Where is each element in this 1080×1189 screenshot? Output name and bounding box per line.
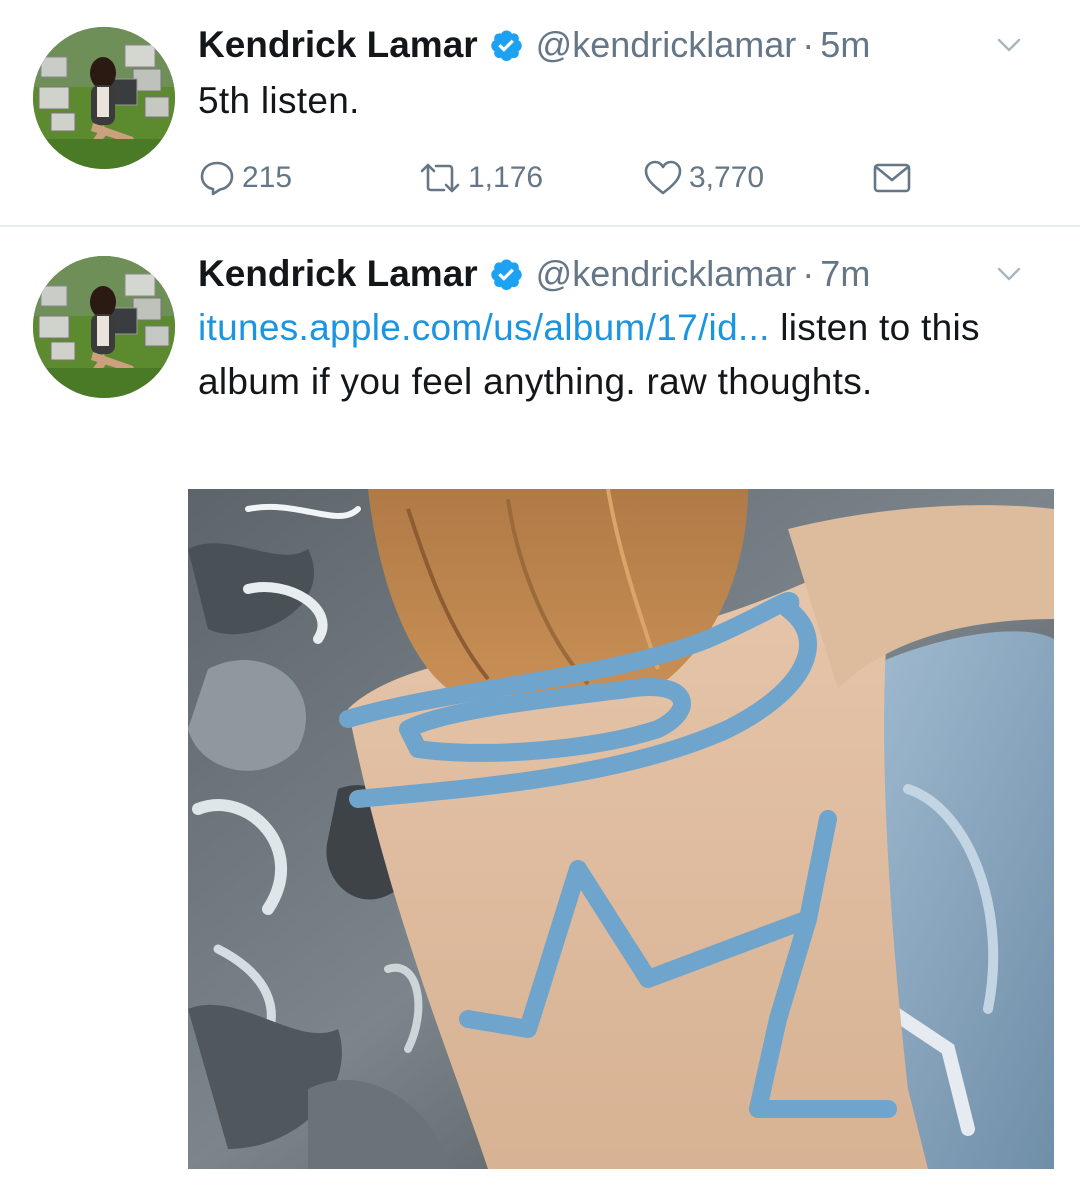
- verified-badge-icon: [488, 27, 524, 63]
- reply-button[interactable]: 215: [198, 152, 292, 204]
- reply-icon: [200, 161, 234, 196]
- tweet[interactable]: Kendrick Lamar @kendricklamar · 7m itune…: [0, 227, 1080, 1189]
- separator-dot: ·: [802, 253, 815, 294]
- tweet-header: Kendrick Lamar @kendricklamar · 7m: [198, 249, 1050, 299]
- tweet-header: Kendrick Lamar @kendricklamar · 5m: [198, 20, 1050, 70]
- tweet-actions: 215 1,176 3,770: [198, 152, 958, 204]
- direct-message-button[interactable]: [872, 152, 918, 204]
- like-count: 3,770: [689, 161, 765, 194]
- itunes-link[interactable]: itunes.apple.com/us/album/17/id...: [198, 307, 770, 348]
- heart-icon: [644, 160, 682, 195]
- chevron-down-icon[interactable]: [996, 32, 1022, 58]
- author-handle[interactable]: @kendricklamar: [536, 24, 797, 66]
- album-cover-image[interactable]: [188, 489, 1054, 1169]
- verified-badge-icon: [488, 256, 524, 292]
- separator-dot: ·: [802, 24, 815, 65]
- tweet[interactable]: Kendrick Lamar @kendricklamar · 5m 5th l…: [0, 0, 1080, 226]
- author-name[interactable]: Kendrick Lamar: [198, 24, 478, 66]
- timestamp[interactable]: 5m: [820, 24, 870, 66]
- author-name[interactable]: Kendrick Lamar: [198, 253, 478, 295]
- retweet-button[interactable]: 1,176: [418, 152, 543, 204]
- like-button[interactable]: 3,770: [643, 152, 764, 204]
- author-handle[interactable]: @kendricklamar: [536, 253, 797, 295]
- avatar[interactable]: [33, 27, 175, 169]
- retweet-icon: [420, 163, 460, 193]
- tweet-text: 5th listen.: [198, 80, 360, 121]
- chevron-down-icon[interactable]: [996, 261, 1022, 287]
- retweet-count: 1,176: [468, 161, 544, 194]
- tweet-text: itunes.apple.com/us/album/17/id... liste…: [198, 301, 1044, 409]
- envelope-icon: [873, 163, 911, 193]
- timestamp[interactable]: 7m: [820, 253, 870, 295]
- avatar[interactable]: [33, 256, 175, 398]
- reply-count: 215: [242, 161, 293, 194]
